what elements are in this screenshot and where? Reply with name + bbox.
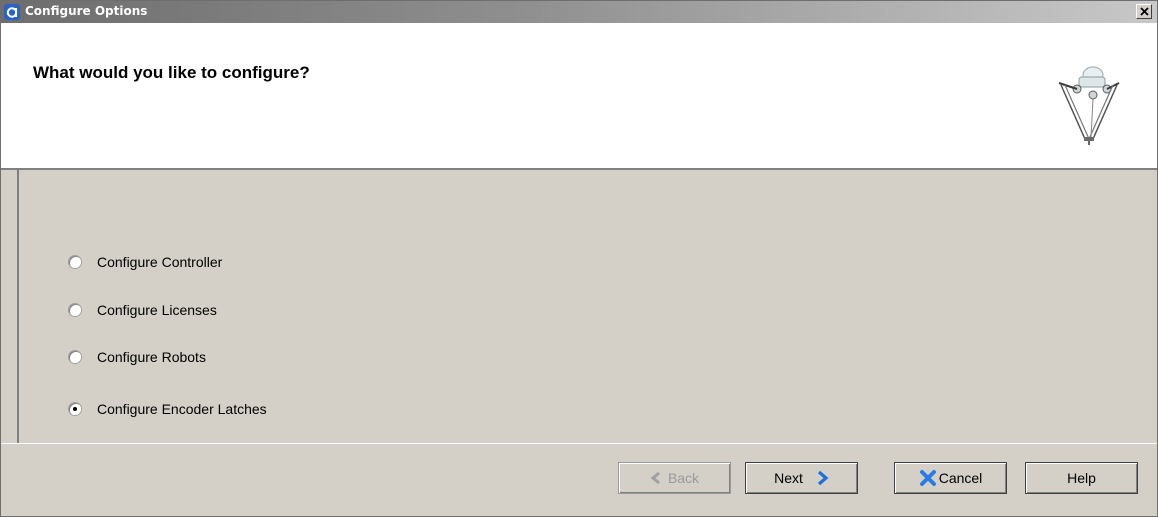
options-panel: Configure Controller Configure Licenses … xyxy=(17,170,1155,443)
footer-divider xyxy=(1,443,1157,445)
radio-button[interactable] xyxy=(69,304,81,316)
page-title: What would you like to configure? xyxy=(33,63,310,82)
app-logo-icon xyxy=(4,4,20,20)
next-label: Next xyxy=(774,470,803,486)
radio-button-selected[interactable] xyxy=(69,403,81,415)
configure-options-window: Configure Options What would you like to… xyxy=(0,0,1158,517)
back-label: Back xyxy=(667,470,700,486)
option-configure-licenses[interactable]: Configure Licenses xyxy=(69,300,217,320)
help-button[interactable]: Help xyxy=(1025,462,1138,494)
option-configure-controller[interactable]: Configure Controller xyxy=(69,252,222,272)
option-label: Configure Robots xyxy=(97,349,206,365)
cancel-label: Cancel xyxy=(938,470,983,486)
next-arrow-icon xyxy=(815,470,829,486)
window-title: Configure Options xyxy=(25,4,148,18)
delta-robot-icon xyxy=(1058,66,1120,145)
back-button[interactable]: Back xyxy=(618,462,731,494)
radio-button[interactable] xyxy=(69,351,81,363)
option-label: Configure Encoder Latches xyxy=(97,401,267,417)
back-arrow-icon xyxy=(650,471,664,485)
cancel-x-icon xyxy=(919,469,937,487)
close-button[interactable] xyxy=(1136,4,1152,19)
cancel-button[interactable]: Cancel xyxy=(894,462,1007,494)
radio-button[interactable] xyxy=(69,256,81,268)
option-label: Configure Controller xyxy=(97,254,223,270)
option-configure-robots[interactable]: Configure Robots xyxy=(69,347,206,367)
title-bar[interactable]: Configure Options xyxy=(1,1,1157,23)
option-label: Configure Licenses xyxy=(97,302,217,318)
next-button[interactable]: Next xyxy=(745,462,858,494)
wizard-header: What would you like to configure? xyxy=(1,23,1157,170)
help-label: Help xyxy=(1067,470,1096,486)
option-configure-encoder-latches[interactable]: Configure Encoder Latches xyxy=(69,399,267,419)
close-icon xyxy=(1140,7,1149,16)
